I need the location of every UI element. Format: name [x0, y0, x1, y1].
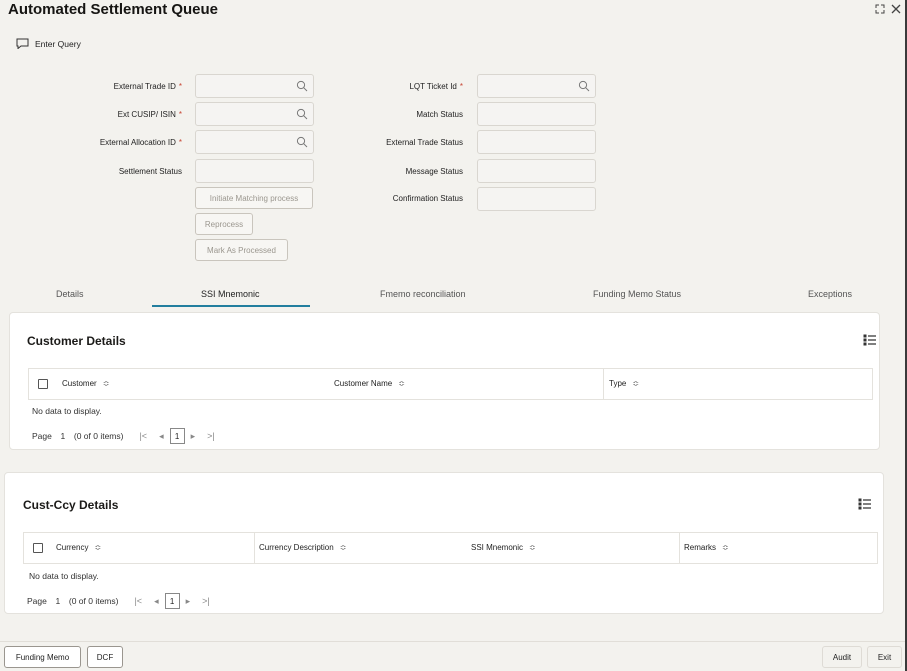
- tab-ssi-mnemonic[interactable]: SSI Mnemonic: [201, 289, 260, 299]
- cust-ccy-grid-header: Currency ≎ Currency Description ≎ SSI Mnem…: [23, 532, 878, 564]
- sort-icon[interactable]: ≎: [529, 543, 536, 552]
- next-page-icon[interactable]: ▸: [186, 596, 191, 607]
- sort-icon[interactable]: ≎: [722, 543, 729, 552]
- column-type[interactable]: Type ≎: [609, 379, 639, 388]
- tab-funding-memo-status[interactable]: Funding Memo Status: [593, 289, 681, 299]
- message-status-label: Message Status: [405, 167, 463, 176]
- maximize-icon[interactable]: [875, 3, 885, 17]
- external-allocation-id-field[interactable]: [195, 130, 314, 154]
- comment-icon: [16, 38, 29, 49]
- next-page-icon[interactable]: ▸: [191, 431, 196, 442]
- cust-ccy-details-panel: Cust-Ccy Details Currency ≎ Currency Desc…: [4, 472, 884, 614]
- prev-page-icon[interactable]: ◂: [154, 596, 159, 607]
- lqt-ticket-id-label: LQT Ticket Id *: [409, 82, 463, 91]
- enter-query-label: Enter Query: [35, 38, 81, 49]
- message-status-field[interactable]: [477, 159, 596, 183]
- column-divider: [603, 369, 604, 400]
- search-icon[interactable]: [296, 136, 308, 150]
- sort-icon[interactable]: ≎: [94, 543, 101, 552]
- sort-icon[interactable]: ≎: [103, 379, 110, 388]
- column-list-icon[interactable]: [858, 498, 871, 512]
- confirmation-status-field[interactable]: [477, 187, 596, 211]
- column-customer-name[interactable]: Customer Name ≎: [334, 379, 405, 388]
- column-currency-description[interactable]: Currency Description ≎: [259, 543, 346, 552]
- prev-page-icon[interactable]: ◂: [159, 431, 164, 442]
- external-trade-id-field[interactable]: [195, 74, 314, 98]
- first-page-icon[interactable]: |<: [139, 431, 147, 441]
- customer-details-panel: Customer Details Customer ≎ Customer Name…: [9, 312, 880, 450]
- tab-fmemo-reconciliation[interactable]: Fmemo reconciliation: [380, 289, 466, 299]
- sort-icon[interactable]: ≎: [632, 379, 639, 388]
- last-page-icon[interactable]: >|: [207, 431, 215, 441]
- column-divider: [679, 533, 680, 564]
- current-page[interactable]: 1: [169, 428, 185, 444]
- window-controls: [875, 3, 901, 17]
- initiate-matching-button[interactable]: Initiate Matching process: [195, 187, 313, 209]
- funding-memo-button[interactable]: Funding Memo: [4, 646, 81, 668]
- audit-button[interactable]: Audit: [822, 646, 862, 668]
- pagination: Page 1 (0 of 0 items) |< ◂ 1 ▸ >|: [32, 428, 221, 444]
- reprocess-button[interactable]: Reprocess: [195, 213, 253, 235]
- external-allocation-id-label: External Allocation ID *: [99, 138, 182, 147]
- page-input[interactable]: 1: [52, 431, 74, 441]
- pagination: Page 1 (0 of 0 items) |< ◂ 1 ▸ >|: [27, 593, 216, 609]
- exit-button[interactable]: Exit: [867, 646, 902, 668]
- footer-bar: [0, 641, 907, 671]
- external-trade-status-field[interactable]: [477, 130, 596, 154]
- page-title: Automated Settlement Queue: [8, 1, 219, 18]
- item-count: (0 of 0 items): [68, 596, 119, 606]
- no-data-message: No data to display.: [29, 571, 99, 581]
- select-all-checkbox[interactable]: [38, 379, 48, 389]
- column-divider: [254, 533, 255, 564]
- ext-cusip-isin-field[interactable]: [195, 102, 314, 126]
- column-currency[interactable]: Currency ≎: [56, 543, 101, 552]
- settlement-status-label: Settlement Status: [118, 167, 182, 176]
- item-count: (0 of 0 items): [73, 431, 124, 441]
- settlement-status-field[interactable]: [195, 159, 314, 183]
- search-icon[interactable]: [296, 108, 308, 122]
- select-all-checkbox[interactable]: [33, 543, 43, 553]
- page-label: Page: [27, 596, 47, 606]
- match-status-label: Match Status: [416, 110, 463, 119]
- tab-details[interactable]: Details: [56, 289, 84, 299]
- first-page-icon[interactable]: |<: [134, 596, 142, 606]
- match-status-field[interactable]: [477, 102, 596, 126]
- ext-cusip-isin-label: Ext CUSIP/ ISIN *: [117, 110, 182, 119]
- last-page-icon[interactable]: >|: [202, 596, 210, 606]
- no-data-message: No data to display.: [32, 406, 102, 416]
- sort-icon[interactable]: ≎: [398, 379, 405, 388]
- dcf-button[interactable]: DCF: [87, 646, 123, 668]
- lqt-ticket-id-field[interactable]: [477, 74, 596, 98]
- enter-query-button[interactable]: Enter Query: [16, 38, 81, 49]
- page-input[interactable]: 1: [47, 596, 69, 606]
- close-icon[interactable]: [891, 3, 901, 17]
- mark-as-processed-button[interactable]: Mark As Processed: [195, 239, 288, 261]
- customer-grid-header: Customer ≎ Customer Name ≎ Type ≎: [28, 368, 873, 400]
- page-label: Page: [32, 431, 52, 441]
- external-trade-status-label: External Trade Status: [386, 138, 463, 147]
- column-list-icon[interactable]: [863, 334, 876, 348]
- column-customer[interactable]: Customer ≎: [62, 379, 109, 388]
- search-icon[interactable]: [578, 80, 590, 94]
- current-page[interactable]: 1: [164, 593, 180, 609]
- search-icon[interactable]: [296, 80, 308, 94]
- customer-details-title: Customer Details: [27, 334, 126, 348]
- column-remarks[interactable]: Remarks ≎: [684, 543, 729, 552]
- cust-ccy-details-title: Cust-Ccy Details: [23, 498, 119, 512]
- external-trade-id-label: External Trade ID *: [113, 82, 182, 91]
- confirmation-status-label: Confirmation Status: [392, 194, 463, 203]
- tab-exceptions[interactable]: Exceptions: [808, 289, 852, 299]
- sort-icon[interactable]: ≎: [340, 543, 347, 552]
- active-tab-indicator: [152, 305, 310, 307]
- column-ssi-mnemonic[interactable]: SSI Mnemonic ≎: [471, 543, 536, 552]
